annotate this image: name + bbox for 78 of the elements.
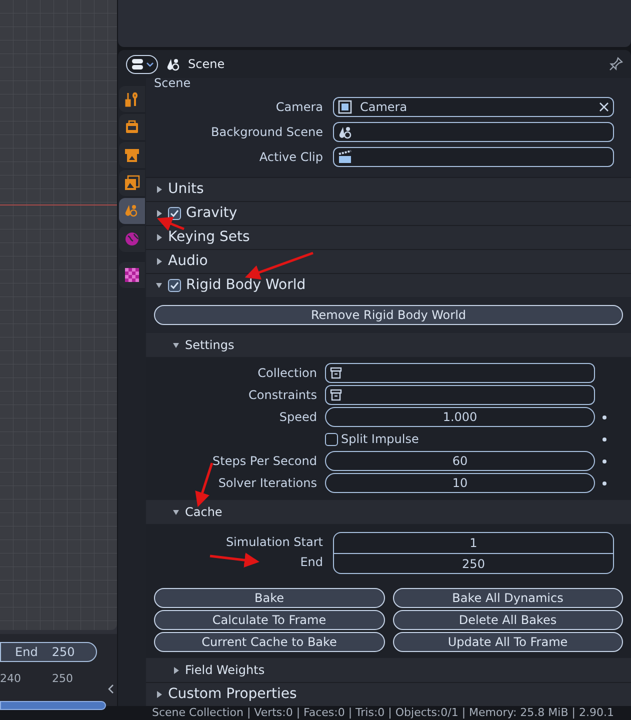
keyframe-dot-icon[interactable] [602, 458, 607, 464]
collapse-triangle-icon[interactable] [172, 340, 180, 350]
field-label: Background Scene [210, 124, 324, 141]
expand-triangle-icon[interactable] [155, 690, 163, 699]
clapperboard-icon [338, 150, 352, 164]
remove-rigid-body-world-button[interactable]: Remove Rigid Body World [154, 305, 623, 325]
ruler-tick-label: 240 [0, 671, 21, 687]
panel-title: Scene [154, 78, 191, 88]
collection-field[interactable] [325, 363, 595, 383]
field-label: Camera [274, 99, 324, 116]
data-field[interactable]: Camera [333, 97, 614, 117]
bake-button[interactable]: Bake All Dynamics [392, 588, 623, 608]
timeline-scrollbar[interactable] [0, 701, 106, 710]
field-label: Active Clip [258, 149, 324, 166]
collection-field[interactable] [325, 385, 595, 405]
ruler-tick-label: 250 [52, 671, 73, 687]
editor-type-dropdown[interactable] [126, 54, 158, 74]
checkerboard-icon [124, 267, 140, 283]
frame-value: 250 [334, 553, 613, 573]
globe-icon [124, 231, 140, 247]
scene-icon [166, 57, 180, 72]
bake-button[interactable]: Delete All Bakes [392, 610, 623, 630]
bake-button[interactable]: Update All To Frame [392, 632, 623, 652]
scene-icon [338, 125, 352, 139]
number-field[interactable]: 10 [325, 473, 595, 493]
field-label: Collection [256, 365, 318, 382]
bake-button[interactable]: Calculate To Frame [154, 610, 384, 630]
properties-tab[interactable] [119, 198, 145, 224]
properties-tab[interactable] [119, 170, 145, 196]
checkbox[interactable] [168, 207, 181, 220]
collapse-triangle-icon[interactable] [155, 281, 163, 290]
data-field[interactable] [333, 122, 614, 142]
number-field[interactable]: 60 [325, 451, 595, 471]
properties-tab[interactable] [119, 86, 145, 112]
keyframe-dot-icon[interactable] [602, 436, 607, 442]
properties-tab[interactable] [119, 114, 145, 140]
field-label: End [300, 554, 323, 571]
keyframe-dot-icon[interactable] [602, 414, 607, 420]
frame-value: 1 [468, 535, 478, 552]
annotation-arrow [210, 552, 260, 568]
expand-triangle-icon[interactable] [155, 233, 163, 242]
number-field[interactable]: 1.000 [325, 407, 595, 427]
frame-end-field[interactable]: End 250 [0, 642, 97, 662]
tools-icon [124, 91, 140, 107]
expand-triangle-icon[interactable] [155, 257, 163, 266]
bake-button[interactable]: Bake [154, 588, 384, 608]
bake-button[interactable]: Current Cache to Bake [154, 632, 384, 652]
frame-range-field[interactable]: 1 250 [333, 532, 614, 574]
properties-tab[interactable] [119, 142, 145, 168]
box-icon [330, 367, 342, 379]
field-label: Constraints [248, 387, 318, 404]
clear-icon[interactable] [599, 102, 609, 112]
annotation-arrow [244, 252, 314, 280]
field-label: Solver Iterations [217, 475, 318, 492]
checkbox[interactable] [168, 279, 181, 292]
data-field[interactable] [333, 147, 614, 167]
expand-triangle-icon[interactable] [172, 666, 180, 674]
scene-icon [124, 203, 140, 219]
expand-triangle-icon[interactable] [155, 185, 163, 194]
box-icon [330, 389, 342, 401]
annotation-arrow [195, 462, 214, 508]
checkbox-label[interactable]: Split Impulse [341, 430, 419, 448]
pin-icon[interactable] [609, 57, 623, 72]
image-stack-icon [124, 175, 140, 191]
annotation-arrow [157, 216, 184, 231]
collapse-triangle-icon[interactable] [172, 508, 180, 516]
printer-icon [124, 147, 140, 163]
field-label: Simulation Start [226, 534, 323, 551]
camera-frame-icon [338, 100, 352, 114]
header-title: Scene [188, 56, 226, 74]
field-label: Steps Per Second [212, 453, 318, 470]
checkbox[interactable] [325, 432, 338, 446]
field-label: Speed [278, 409, 318, 426]
properties-tab[interactable] [119, 262, 145, 288]
expand-triangle-icon[interactable] [155, 209, 163, 218]
properties-tab[interactable] [119, 226, 145, 252]
keyframe-dot-icon[interactable] [602, 480, 607, 486]
status-bar-text: Scene Collection | Verts:0 | Faces:0 | Tris:0 | Objects:0/1 | Memory: 25.8 MiB | 2.90.1 [152, 706, 614, 720]
